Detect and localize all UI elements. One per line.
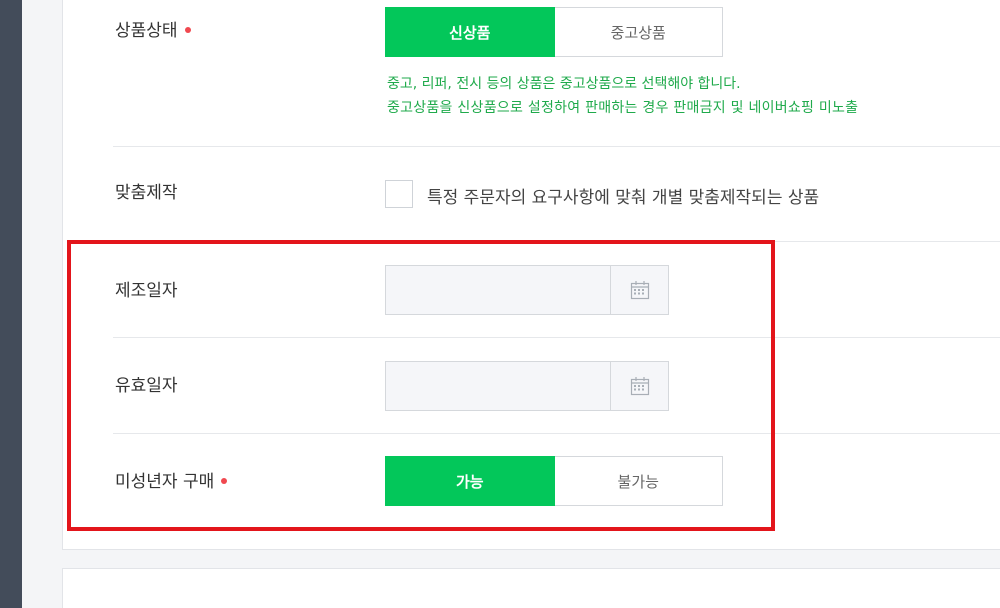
- next-section-panel: [62, 568, 1000, 608]
- custom-made-checkbox[interactable]: [385, 180, 413, 208]
- highlight-annotation-box: [67, 240, 775, 531]
- product-condition-label: 상품상태: [115, 21, 191, 41]
- condition-notice-line-2: 중고상품을 신상품으로 설정하여 판매하는 경우 판매금지 및 네이버쇼핑 미노…: [387, 100, 859, 116]
- left-sidebar-rail: [0, 0, 22, 608]
- condition-notice-line-1: 중고, 리퍼, 전시 등의 상품은 중고상품으로 선택해야 합니다.: [387, 76, 741, 92]
- required-dot-icon: [184, 27, 191, 33]
- product-condition-toggle: 신상품 중고상품: [385, 7, 723, 57]
- divider: [113, 146, 1000, 147]
- used-product-button[interactable]: 중고상품: [554, 7, 723, 57]
- custom-made-label: 맞춤제작: [115, 183, 178, 203]
- new-product-button[interactable]: 신상품: [385, 7, 555, 57]
- custom-made-checkbox-label[interactable]: 특정 주문자의 요구사항에 맞춰 개별 맞춤제작되는 상품: [427, 183, 819, 208]
